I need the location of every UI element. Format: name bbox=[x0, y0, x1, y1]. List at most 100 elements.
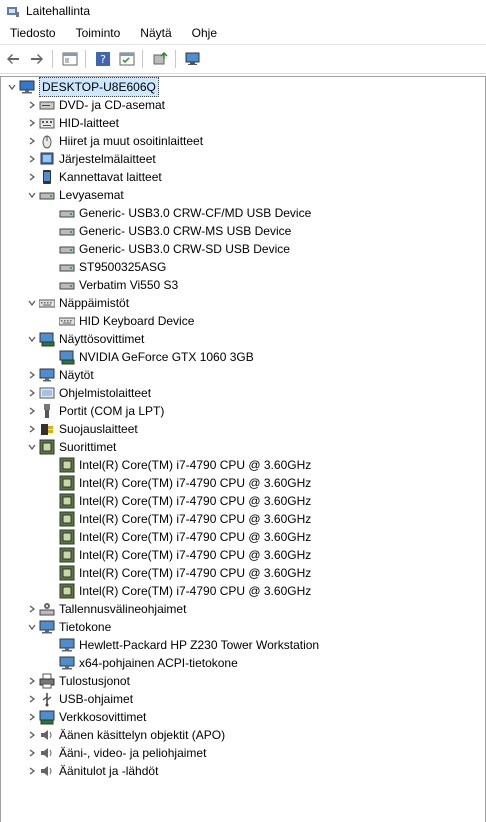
processor-icon bbox=[59, 529, 75, 545]
help-icon[interactable]: ? bbox=[92, 48, 114, 70]
tree-category-levyasemat[interactable]: Levyasemat bbox=[25, 186, 124, 204]
tree-category-nappaimistot[interactable]: Näppäimistöt bbox=[25, 294, 129, 312]
menu-help[interactable]: Ohje bbox=[182, 22, 227, 44]
tree-device-intel-r-core-tm-i7-4790-cpu-3-60ghz[interactable]: Intel(R) Core(TM) i7-4790 CPU @ 3.60GHz bbox=[45, 474, 311, 492]
chevron-right-icon[interactable] bbox=[25, 708, 39, 726]
tree-category-tulostusjonot[interactable]: Tulostusjonot bbox=[25, 672, 130, 690]
tree-category-hiiret-ja-muut-osoitinlaitteet[interactable]: Hiiret ja muut osoitinlaitteet bbox=[25, 132, 203, 150]
tree-category-aanen-kasittelyn-objektit-apo[interactable]: Äänen käsittelyn objektit (APO) bbox=[25, 726, 225, 744]
chevron-down-icon[interactable] bbox=[25, 294, 39, 312]
chevron-right-icon[interactable] bbox=[25, 150, 39, 168]
forward-arrow-icon[interactable] bbox=[26, 48, 48, 70]
menu-view[interactable]: Näytä bbox=[130, 22, 181, 44]
tree-device-verbatim-vi550-s3[interactable]: Verbatim Vi550 S3 bbox=[45, 276, 178, 294]
processor-icon bbox=[59, 511, 75, 527]
tree-device-hid-keyboard-device[interactable]: HID Keyboard Device bbox=[45, 312, 194, 330]
network-adapter-icon bbox=[39, 709, 55, 725]
device-label: Generic- USB3.0 CRW-MS USB Device bbox=[79, 224, 292, 238]
tree-category-aani-video-ja-peliohjaimet[interactable]: Ääni-, video- ja peliohjaimet bbox=[25, 744, 206, 762]
tree-device-intel-r-core-tm-i7-4790-cpu-3-60ghz[interactable]: Intel(R) Core(TM) i7-4790 CPU @ 3.60GHz bbox=[45, 510, 311, 528]
device-label: Hewlett-Packard HP Z230 Tower Workstatio… bbox=[79, 638, 320, 652]
device-label: HID Keyboard Device bbox=[79, 314, 195, 328]
tree-category-verkkosovittimet[interactable]: Verkkosovittimet bbox=[25, 708, 146, 726]
chevron-down-icon[interactable] bbox=[25, 438, 39, 456]
device-label: Intel(R) Core(TM) i7-4790 CPU @ 3.60GHz bbox=[79, 512, 312, 526]
tree-category-portit-com-ja-lpt[interactable]: Portit (COM ja LPT) bbox=[25, 402, 164, 420]
tree-device-generic-usb3-0-crw-sd-usb-device[interactable]: Generic- USB3.0 CRW-SD USB Device bbox=[45, 240, 290, 258]
tree-category-usb-ohjaimet[interactable]: USB-ohjaimet bbox=[25, 690, 133, 708]
chevron-right-icon[interactable] bbox=[25, 132, 39, 150]
tree-category-naytot[interactable]: Näytöt bbox=[25, 366, 94, 384]
chevron-down-icon[interactable] bbox=[25, 186, 39, 204]
tree-category-tietokone[interactable]: Tietokone bbox=[25, 618, 111, 636]
tree-root[interactable]: DESKTOP-U8E606Q bbox=[5, 77, 159, 97]
tree-device-x64-pohjainen-acpi-tietokone[interactable]: x64-pohjainen ACPI-tietokone bbox=[45, 654, 238, 672]
tree-device-st9500325asg[interactable]: ST9500325ASG bbox=[45, 258, 166, 276]
chevron-right-icon[interactable] bbox=[25, 96, 39, 114]
tree-device-intel-r-core-tm-i7-4790-cpu-3-60ghz[interactable]: Intel(R) Core(TM) i7-4790 CPU @ 3.60GHz bbox=[45, 456, 311, 474]
tree-device-intel-r-core-tm-i7-4790-cpu-3-60ghz[interactable]: Intel(R) Core(TM) i7-4790 CPU @ 3.60GHz bbox=[45, 546, 311, 564]
category-label: Ohjelmistolaitteet bbox=[59, 386, 152, 400]
chevron-right-icon[interactable] bbox=[25, 168, 39, 186]
chevron-right-icon[interactable] bbox=[25, 672, 39, 690]
category-label: Näppäimistöt bbox=[59, 296, 130, 310]
portable-device-icon bbox=[39, 169, 55, 185]
tree-device-intel-r-core-tm-i7-4790-cpu-3-60ghz[interactable]: Intel(R) Core(TM) i7-4790 CPU @ 3.60GHz bbox=[45, 528, 311, 546]
chevron-right-icon[interactable] bbox=[25, 690, 39, 708]
properties-icon[interactable] bbox=[116, 48, 138, 70]
device-label: Intel(R) Core(TM) i7-4790 CPU @ 3.60GHz bbox=[79, 566, 312, 580]
menu-file[interactable]: Tiedosto bbox=[0, 22, 66, 44]
processor-icon bbox=[59, 583, 75, 599]
tree-device-intel-r-core-tm-i7-4790-cpu-3-60ghz[interactable]: Intel(R) Core(TM) i7-4790 CPU @ 3.60GHz bbox=[45, 564, 311, 582]
tree-device-nvidia-geforce-gtx-1060-3gb[interactable]: NVIDIA GeForce GTX 1060 3GB bbox=[45, 348, 254, 366]
chevron-right-icon[interactable] bbox=[25, 366, 39, 384]
category-label: DVD- ja CD-asemat bbox=[59, 98, 166, 112]
chevron-down-icon[interactable] bbox=[25, 330, 39, 348]
chevron-right-icon[interactable] bbox=[25, 744, 39, 762]
tree-device-generic-usb3-0-crw-ms-usb-device[interactable]: Generic- USB3.0 CRW-MS USB Device bbox=[45, 222, 291, 240]
tree-category-suojauslaitteet[interactable]: Suojauslaitteet bbox=[25, 420, 138, 438]
tree-category-kannettavat-laitteet[interactable]: Kannettavat laitteet bbox=[25, 168, 162, 186]
usb-controller-icon bbox=[39, 691, 55, 707]
tree-category-hid-laitteet[interactable]: HID-laitteet bbox=[25, 114, 119, 132]
dvd-drive-icon bbox=[39, 97, 55, 113]
show-hide-console-tree-icon[interactable] bbox=[59, 48, 81, 70]
tree-category-nayttosovittimet[interactable]: Näyttösovittimet bbox=[25, 330, 144, 348]
tree-category-ohjelmistolaitteet[interactable]: Ohjelmistolaitteet bbox=[25, 384, 151, 402]
tree-device-generic-usb3-0-crw-cf-md-usb-device[interactable]: Generic- USB3.0 CRW-CF/MD USB Device bbox=[45, 204, 311, 222]
disk-drive-icon bbox=[59, 259, 75, 275]
tree-category-aanitulot-ja-lahdot[interactable]: Äänitulot ja -lähdöt bbox=[25, 762, 158, 780]
chevron-right-icon[interactable] bbox=[25, 762, 39, 780]
chevron-right-icon[interactable] bbox=[25, 726, 39, 744]
scan-hardware-icon[interactable] bbox=[182, 48, 204, 70]
menu-bar: Tiedosto Toiminto Näytä Ohje bbox=[0, 22, 486, 45]
chevron-down-icon[interactable] bbox=[25, 618, 39, 636]
computer-icon bbox=[59, 655, 75, 671]
hid-icon bbox=[39, 115, 55, 131]
tree-category-suorittimet[interactable]: Suorittimet bbox=[25, 438, 116, 456]
category-label: Verkkosovittimet bbox=[59, 710, 147, 724]
tree-category-dvd-ja-cd-asemat[interactable]: DVD- ja CD-asemat bbox=[25, 96, 165, 114]
toolbar: ? bbox=[0, 45, 486, 74]
chevron-down-icon[interactable] bbox=[5, 78, 19, 96]
back-arrow-icon[interactable] bbox=[2, 48, 24, 70]
chevron-right-icon[interactable] bbox=[25, 114, 39, 132]
menu-action[interactable]: Toiminto bbox=[66, 22, 131, 44]
chevron-right-icon[interactable] bbox=[25, 402, 39, 420]
device-label: ST9500325ASG bbox=[79, 260, 167, 274]
toolbar-separator bbox=[142, 50, 143, 68]
processor-icon bbox=[59, 547, 75, 563]
tree-category-tallennusvalineohjaimet[interactable]: Tallennusvälineohjaimet bbox=[25, 600, 186, 618]
tree-category-jarjestelmalaitteet[interactable]: Järjestelmälaitteet bbox=[25, 150, 156, 168]
update-driver-icon[interactable] bbox=[149, 48, 171, 70]
tree-device-intel-r-core-tm-i7-4790-cpu-3-60ghz[interactable]: Intel(R) Core(TM) i7-4790 CPU @ 3.60GHz bbox=[45, 582, 311, 600]
tree-device-hewlett-packard-hp-z230-tower-workstatio[interactable]: Hewlett-Packard HP Z230 Tower Workstatio… bbox=[45, 636, 319, 654]
category-label: Portit (COM ja LPT) bbox=[59, 404, 165, 418]
chevron-right-icon[interactable] bbox=[25, 384, 39, 402]
chevron-right-icon[interactable] bbox=[25, 600, 39, 618]
svg-text:?: ? bbox=[100, 53, 106, 66]
device-label: Verbatim Vi550 S3 bbox=[79, 278, 179, 292]
chevron-right-icon[interactable] bbox=[25, 420, 39, 438]
storage-controller-icon bbox=[39, 601, 55, 617]
tree-device-intel-r-core-tm-i7-4790-cpu-3-60ghz[interactable]: Intel(R) Core(TM) i7-4790 CPU @ 3.60GHz bbox=[45, 492, 311, 510]
